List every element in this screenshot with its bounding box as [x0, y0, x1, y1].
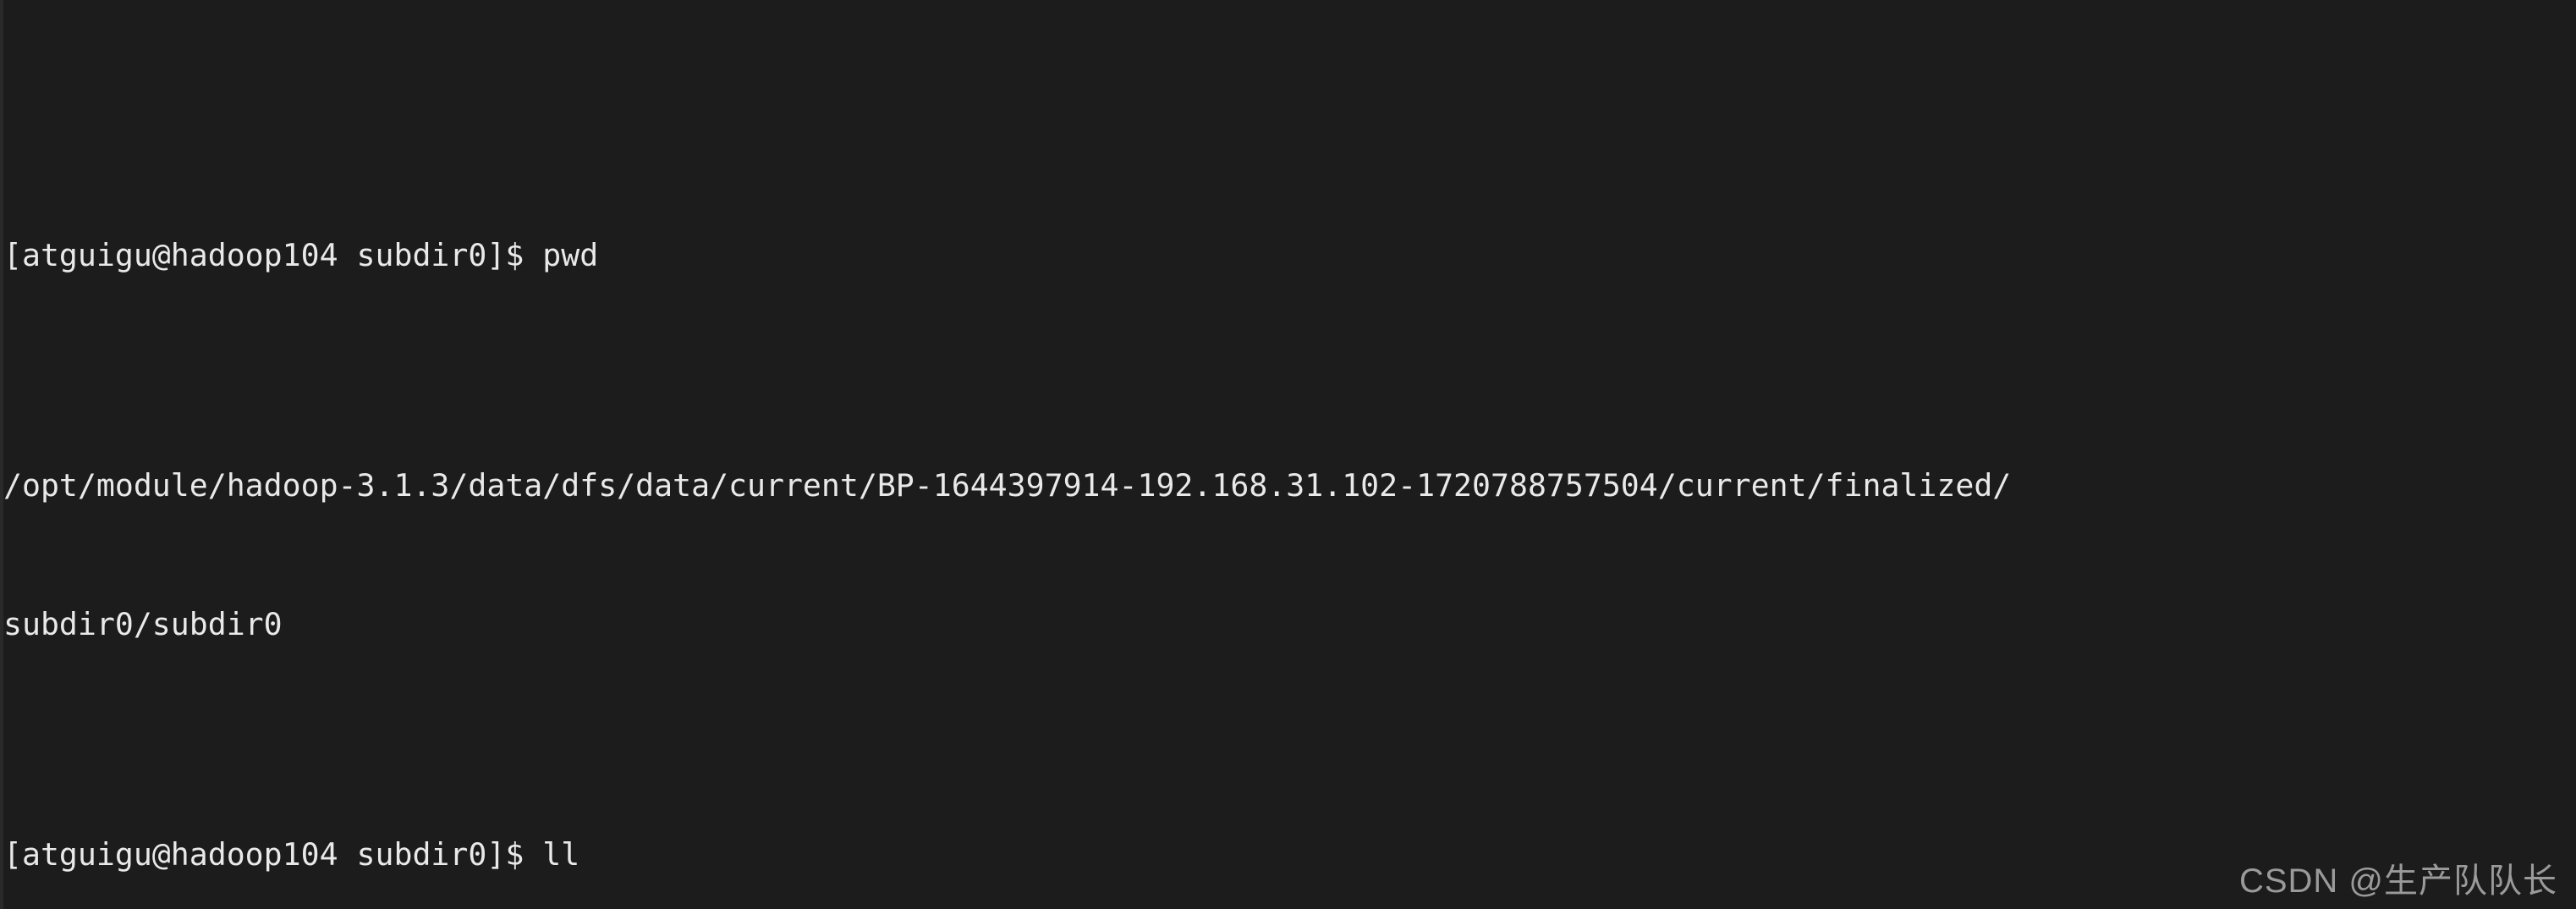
pwd-path-part-2: subdir0/subdir0 [3, 605, 283, 642]
terminal-window[interactable]: [atguigu@hadoop104 subdir0]$ pwd /opt/mo… [0, 0, 2576, 909]
pwd-path-part-1: /opt/module/hadoop-3.1.3/data/dfs/data/c… [3, 467, 2012, 504]
terminal-line-command-ll: [atguigu@hadoop104 subdir0]$ ll [3, 832, 2576, 879]
terminal-line-command-pwd: [atguigu@hadoop104 subdir0]$ pwd [3, 233, 2576, 279]
shell-prompt: [atguigu@hadoop104 subdir0]$ [3, 836, 525, 873]
command-pwd: pwd [524, 236, 599, 273]
terminal-line-pwd-output-2: subdir0/subdir0 [3, 602, 2576, 648]
shell-prompt: [atguigu@hadoop104 subdir0]$ [3, 236, 525, 273]
terminal-line-pwd-output-1: /opt/module/hadoop-3.1.3/data/dfs/data/c… [3, 463, 2576, 510]
command-ll: ll [524, 836, 580, 873]
terminal-left-gutter [0, 0, 3, 909]
